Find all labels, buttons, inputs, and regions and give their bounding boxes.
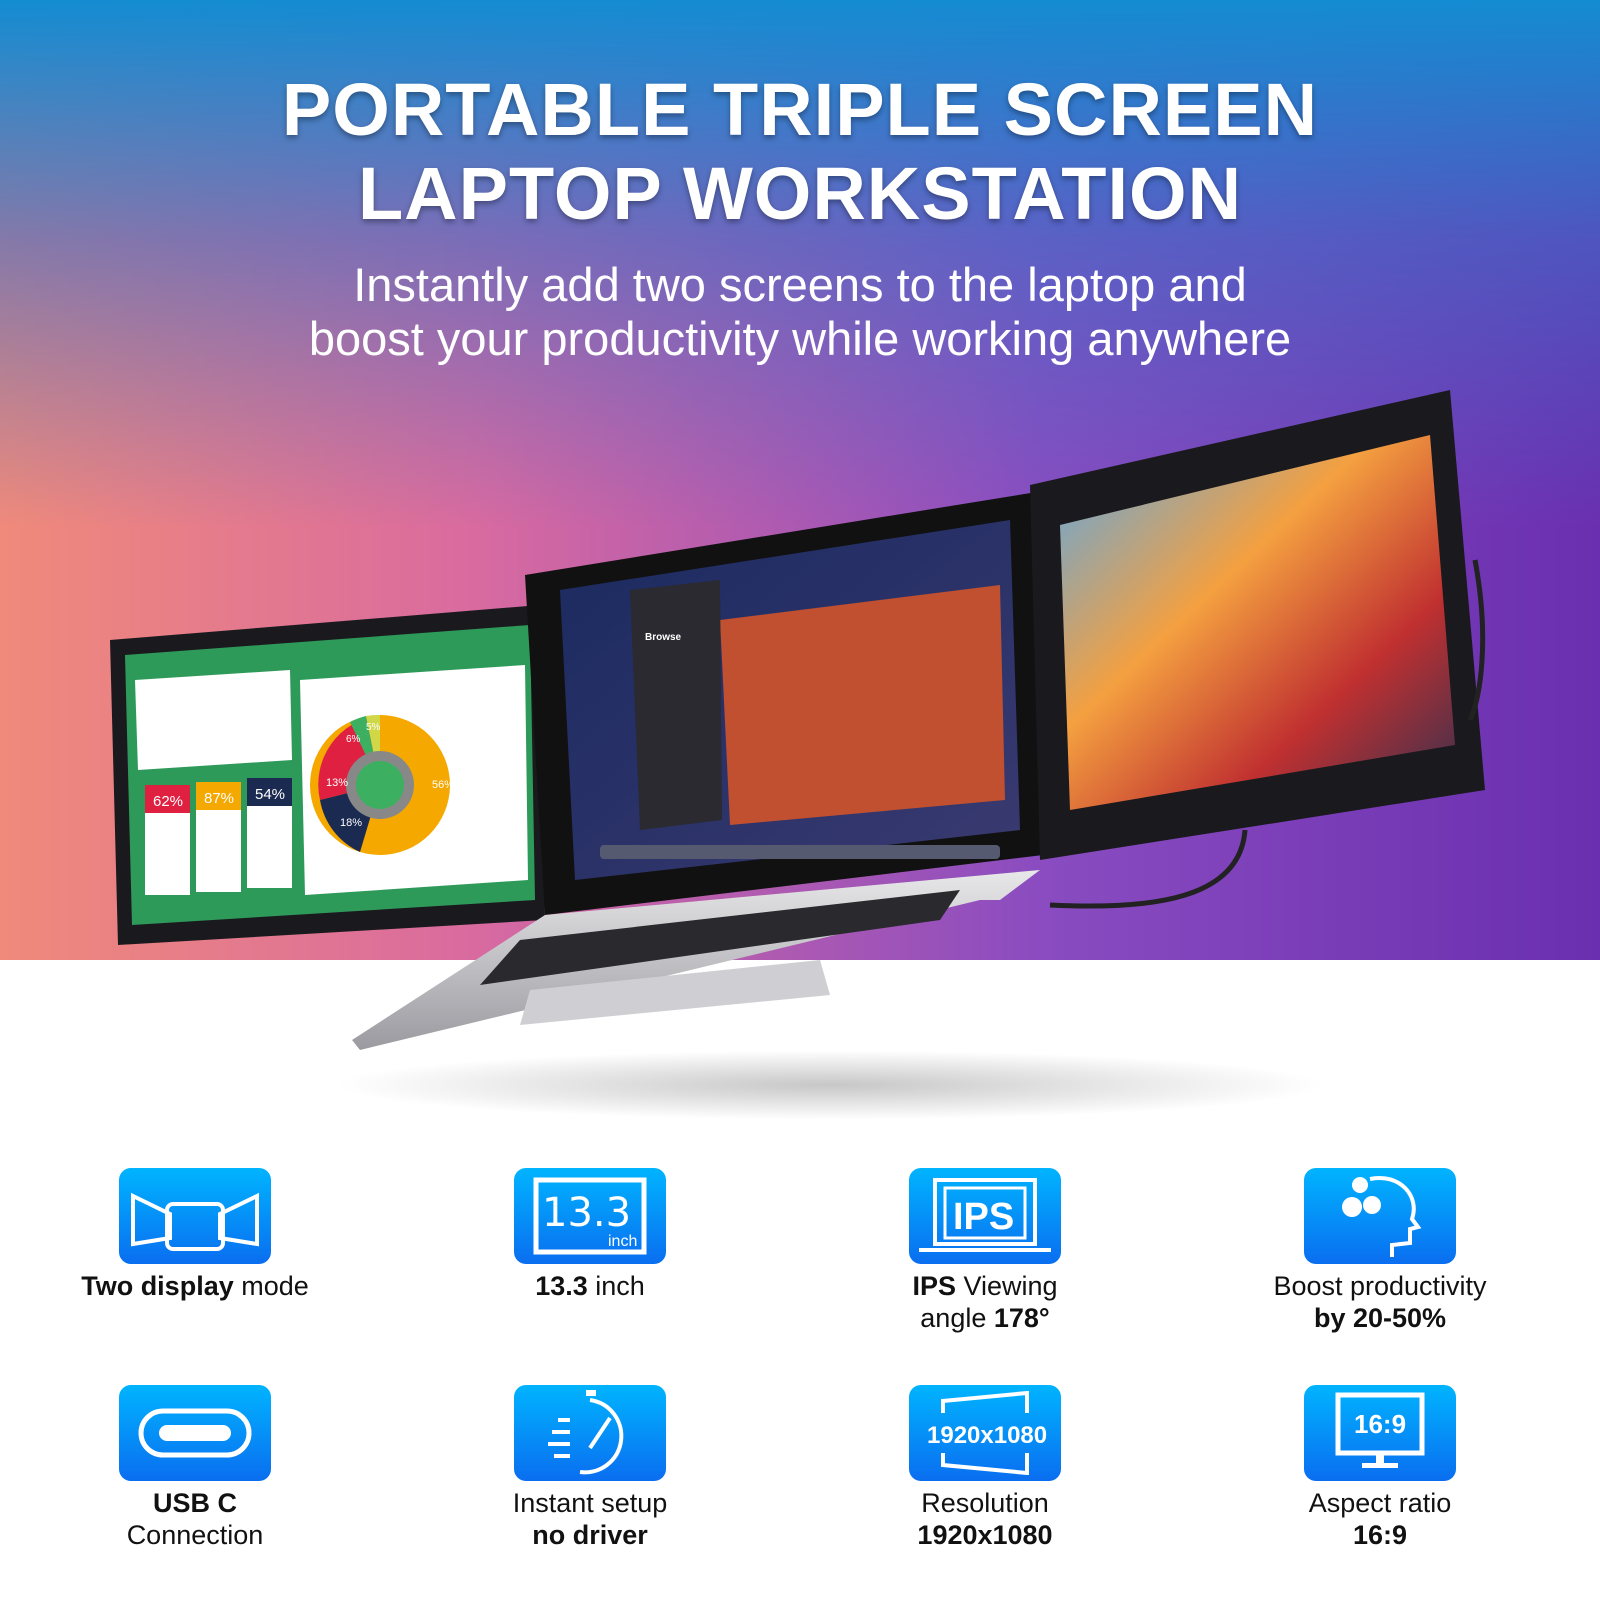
title-line-1: PORTABLE TRIPLE SCREEN <box>281 68 1319 151</box>
feature-label-text: Boost productivity <box>1273 1271 1487 1301</box>
left-monitor: 13% 6% 5% 56% 18% 62% 87% 54% <box>110 605 545 945</box>
icon-resolution: 1920x1080 <box>927 1422 1047 1449</box>
feature-label-line: by 20-50% <box>1230 1302 1530 1334</box>
stat-87: 87% <box>204 790 234 807</box>
feature-stopwatch: Instant setup no driver <box>440 1385 740 1551</box>
donut-label-6: 6% <box>346 734 361 745</box>
feature-label-text: mode <box>233 1271 309 1301</box>
feature-label-line: Connection <box>45 1519 345 1551</box>
feature-label-line: 16:9 <box>1230 1519 1530 1551</box>
feature-label-text: Aspect ratio <box>1308 1488 1452 1518</box>
feature-label-text: 16:9 <box>1352 1520 1408 1550</box>
subtitle-line-2: boost your productivity while working an… <box>308 312 1292 365</box>
feature-label-text: Connection <box>126 1520 264 1550</box>
page-title: PORTABLE TRIPLE SCREEN LAPTOP WORKSTATIO… <box>0 68 1600 236</box>
feature-label-text: Two display <box>81 1271 234 1301</box>
feature-resolution: 1920x1080 Resolution 1920x1080 <box>835 1385 1135 1551</box>
feature-label-line: 13.3 inch <box>440 1270 740 1302</box>
stat-62: 62% <box>153 793 183 810</box>
feature-label-text: Instant setup <box>512 1488 668 1518</box>
feature-label-line: no driver <box>440 1519 740 1551</box>
feature-label-line: Two display mode <box>45 1270 345 1302</box>
feature-aspect-ratio: 16:9 Aspect ratio 16:9 <box>1230 1385 1530 1551</box>
donut-label-5: 5% <box>366 722 381 733</box>
resolution-icon: 1920x1080 <box>909 1385 1061 1481</box>
browse-heading: Browse <box>645 632 682 643</box>
feature-label-text: 13.3 <box>535 1271 588 1301</box>
feature-label-line: Boost productivity <box>1230 1270 1530 1302</box>
head-gears-icon <box>1304 1168 1456 1264</box>
feature-label-line: IPS Viewing <box>835 1270 1135 1302</box>
feature-label-line: Resolution <box>835 1487 1135 1519</box>
aspect-ratio-icon: 16:9 <box>1304 1385 1456 1481</box>
icon-inch: inch <box>608 1233 637 1250</box>
feature-label-line: 1920x1080 <box>835 1519 1135 1551</box>
feature-label-text: by 20-50% <box>1313 1303 1447 1333</box>
feature-two-display: Two display mode <box>45 1168 345 1302</box>
subtitle-line-1: Instantly add two screens to the laptop … <box>353 258 1247 311</box>
feature-label-text: inch <box>587 1271 645 1301</box>
right-monitor <box>1030 390 1486 909</box>
feature-screen-size: 13.3 inch 13.3 inch <box>440 1168 740 1302</box>
feature-label-line: USB C <box>45 1487 345 1519</box>
stat-54: 54% <box>255 786 285 803</box>
icon-ips: IPS <box>953 1196 1014 1238</box>
feature-label-text: 178° <box>993 1303 1050 1333</box>
feature-head-gears: Boost productivity by 20-50% <box>1230 1168 1530 1334</box>
screen-size-icon: 13.3 inch <box>514 1168 666 1264</box>
feature-label-text: USB C <box>152 1488 237 1518</box>
feature-label-line: angle 178° <box>835 1302 1135 1334</box>
feature-label-text: angle <box>920 1303 994 1333</box>
feature-label-text: Viewing <box>955 1271 1058 1301</box>
feature-label-text: IPS <box>912 1271 956 1301</box>
title-line-2: LAPTOP WORKSTATION <box>357 152 1243 235</box>
icon-13-3: 13.3 <box>542 1190 631 1236</box>
feature-ips: IPS IPS Viewing angle 178° <box>835 1168 1135 1334</box>
subtitle: Instantly add two screens to the laptop … <box>0 258 1600 366</box>
two-display-icon <box>119 1168 271 1264</box>
feature-label-line: Aspect ratio <box>1230 1487 1530 1519</box>
feature-label-text: 1920x1080 <box>917 1520 1053 1550</box>
stopwatch-icon <box>514 1385 666 1481</box>
icon-aspect: 16:9 <box>1354 1409 1406 1439</box>
usb-c-icon <box>119 1385 271 1481</box>
donut-label-56: 56% <box>432 779 454 791</box>
donut-label-13: 13% <box>326 777 348 789</box>
feature-usb-c: USB C Connection <box>45 1385 345 1551</box>
ips-icon: IPS <box>909 1168 1061 1264</box>
product-image: 13% 6% 5% 56% 18% 62% 87% 54% Browse <box>110 390 1486 1050</box>
feature-label-text: no driver <box>532 1520 648 1550</box>
donut-label-18: 18% <box>340 817 362 829</box>
feature-label-text: Resolution <box>921 1488 1049 1518</box>
feature-label-line: Instant setup <box>440 1487 740 1519</box>
